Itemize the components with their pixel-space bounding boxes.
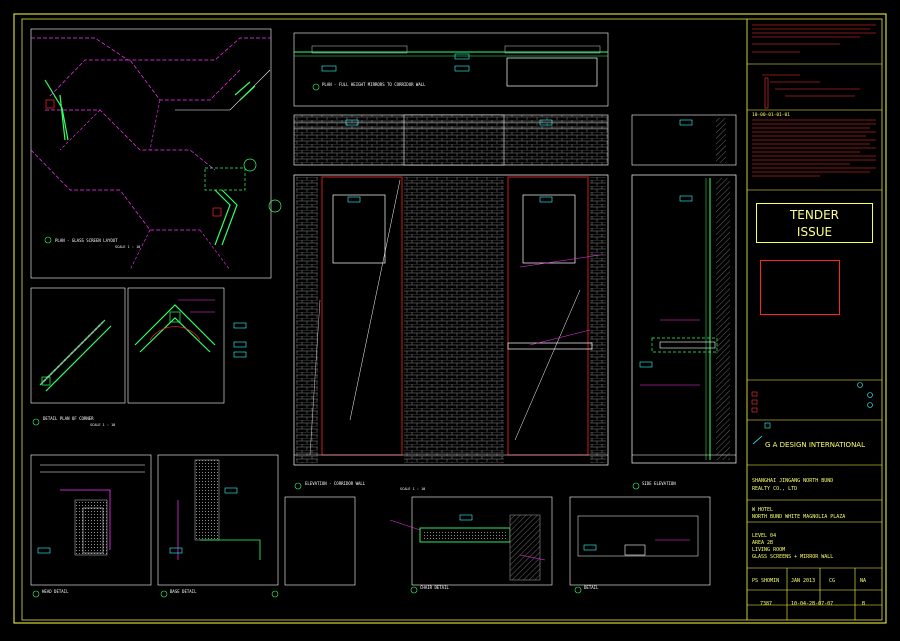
elevation-title: ELEVATION - CORRIDOR WALL xyxy=(305,481,366,486)
issue-ref: 10-00-01-01-01 xyxy=(752,112,790,118)
revision: B xyxy=(862,601,866,607)
title-block: 10-00-01-01-01 xyxy=(747,24,882,620)
drawing-line-2: AREA 2B xyxy=(752,540,774,546)
tender-line-1: TENDER xyxy=(789,208,840,222)
detail1-scale: SCALE 1 : 10 xyxy=(90,423,115,427)
drawing-line-1: LEVEL 04 xyxy=(752,533,777,539)
date-value: JAN 2013 xyxy=(791,578,816,584)
drawing-line-4: GLASS SCREENS + MIRROR WALL xyxy=(752,554,834,560)
top-plan-title: PLAN - FULL HEIGHT MIRRORS TO CORRIDOR W… xyxy=(322,82,426,87)
scale-value: NA xyxy=(860,578,867,584)
project-line-2: NORTH BUND WHITE MAGNOLIA PLAZA xyxy=(752,514,846,520)
corner-detail-right xyxy=(127,287,247,404)
drawing-line-3: LIVING ROOM xyxy=(752,547,786,553)
plan-view: PLAN - GLASS SCREEN LAYOUT SCALE 1 : 10 xyxy=(30,28,282,279)
checked-value: CG xyxy=(829,578,836,584)
drawn-by: PS SHOMIN xyxy=(752,578,780,584)
drawing-number: 10-04-2B-07-07 xyxy=(791,601,834,607)
top-plan-strip: PLAN - FULL HEIGHT MIRRORS TO CORRIDOR W… xyxy=(293,32,609,107)
detail1-title: DETAIL PLAN OF CORNER xyxy=(43,416,94,421)
bottom-detail-5: DETAIL xyxy=(569,496,711,594)
detail2-title: HEAD DETAIL xyxy=(42,589,69,594)
bottom-detail-1: HEAD DETAIL xyxy=(30,454,152,598)
plan-title: PLAN - GLASS SCREEN LAYOUT xyxy=(55,238,118,243)
elevation-scale: SCALE 1 : 10 xyxy=(400,487,425,491)
section-title: SIDE ELEVATION xyxy=(642,481,676,486)
client-line-1: SHANGHAI JINGANG NORTH BUND xyxy=(752,478,834,484)
drawing-sheet: PLAN - GLASS SCREEN LAYOUT SCALE 1 : 10 … xyxy=(0,0,900,637)
bottom-detail-2: BASE DETAIL xyxy=(157,454,279,598)
main-elevation: ELEVATION - CORRIDOR WALL SCALE 1 : 10 xyxy=(293,114,609,491)
detail6-title: DETAIL xyxy=(584,585,599,590)
corner-detail-left: DETAIL PLAN OF CORNER SCALE 1 : 10 xyxy=(30,287,126,427)
plan-scale: SCALE 1 : 10 xyxy=(115,245,140,249)
project-line-1: W HOTEL xyxy=(752,507,774,513)
detail5-title: CHAIR DETAIL xyxy=(420,585,449,590)
client-line-2: REALTY CO., LTD xyxy=(752,486,798,492)
detail3-title: BASE DETAIL xyxy=(170,589,197,594)
side-section: SIDE ELEVATION xyxy=(631,114,737,490)
bottom-detail-4: CHAIR DETAIL xyxy=(389,496,553,594)
tender-issue-stamp: TENDER ISSUE xyxy=(756,203,873,243)
note-box xyxy=(760,260,840,315)
bottom-detail-3 xyxy=(271,496,356,598)
company-name: G A DESIGN INTERNATIONAL xyxy=(765,441,865,449)
tender-line-2: ISSUE xyxy=(796,225,833,239)
job-number: 7387 xyxy=(760,601,773,607)
